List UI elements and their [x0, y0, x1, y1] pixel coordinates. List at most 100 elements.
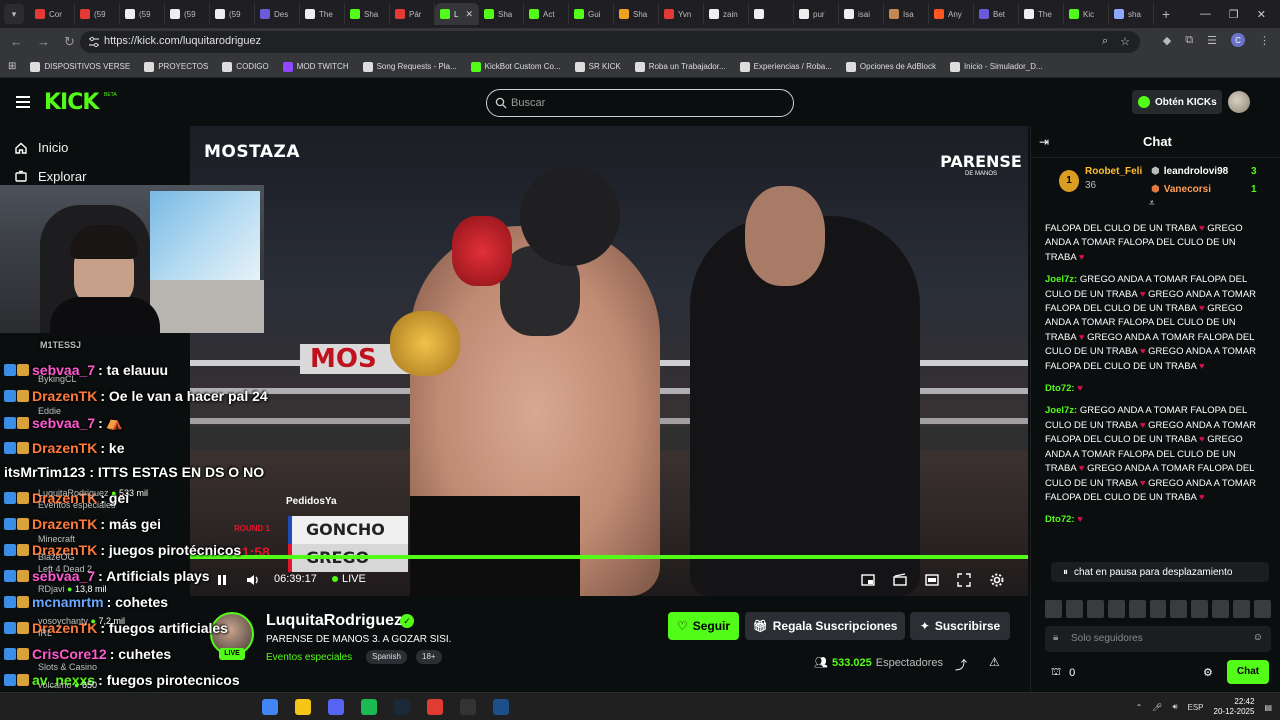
tab-search-button[interactable]: ▾: [4, 4, 24, 24]
share-icon[interactable]: ⤴: [955, 656, 967, 673]
sidebar-item-explore[interactable]: Explorar: [14, 169, 86, 184]
forward-button[interactable]: →: [37, 34, 50, 50]
leaderboard-row[interactable]: ⬢ Vanecorsi 1: [1151, 184, 1257, 195]
bookmark-item[interactable]: PROYECTOS: [144, 61, 208, 72]
collapse-chat-icon[interactable]: ⇥: [1039, 135, 1049, 149]
sidebar-channel-ghost[interactable]: Minecraft: [38, 534, 75, 544]
sidebar-channel-ghost[interactable]: vosoychanty ● 7,2 mil: [38, 616, 125, 626]
channel-name[interactable]: LuquitaRodriguez: [266, 612, 402, 630]
browser-tab[interactable]: (59: [165, 3, 210, 25]
steam-app-icon[interactable]: [394, 699, 410, 715]
browser-tab[interactable]: isai: [839, 3, 884, 25]
bookmark-item[interactable]: MOD TWITCH: [282, 61, 349, 72]
emote-icon[interactable]: [1170, 600, 1188, 618]
extensions-puzzle-icon[interactable]: ⧉: [1185, 34, 1193, 47]
url-text[interactable]: https://kick.com/luquitarodriguez: [104, 35, 261, 47]
browser-tab[interactable]: Des: [255, 3, 300, 25]
chrome-app-icon[interactable]: [262, 699, 278, 715]
clock[interactable]: 22:42 20-12-2025: [1214, 697, 1255, 717]
omnibox[interactable]: https://kick.com/luquitarodriguez ⌕ ☆: [80, 31, 1140, 53]
emote-icon[interactable]: [1233, 600, 1251, 618]
get-kicks-button[interactable]: Obtén KICKs: [1132, 90, 1222, 114]
kicks-balance[interactable]: ⛫ 0: [1051, 666, 1075, 680]
emote-icon[interactable]: [1045, 600, 1062, 618]
browser-tab[interactable]: Sha: [614, 3, 659, 25]
emote-icon[interactable]: [1128, 600, 1146, 618]
emote-icon[interactable]: [1191, 600, 1209, 618]
chat-username[interactable]: Joel7z:: [1045, 274, 1077, 285]
browser-tab[interactable]: Kic: [1064, 3, 1109, 25]
browser-tab[interactable]: Pár: [390, 3, 435, 25]
close-tab-icon[interactable]: ✕: [465, 9, 473, 20]
tray-chevron-icon[interactable]: ⌃: [1136, 703, 1143, 712]
subscribe-button[interactable]: ✦ Suscribirse: [910, 612, 1010, 640]
bookmark-star-icon[interactable]: ☆: [1120, 35, 1130, 48]
menu-icon[interactable]: [16, 96, 30, 111]
bookmark-item[interactable]: Experiencias / Roba...: [739, 61, 832, 72]
follow-button[interactable]: ♡ Seguir: [668, 612, 739, 640]
browser-tab[interactable]: (59: [210, 3, 255, 25]
leaderboard-row[interactable]: ⬢ leandrolovi98 3: [1151, 166, 1257, 177]
browser-tab[interactable]: (59: [75, 3, 120, 25]
browser-tab[interactable]: sha: [1109, 3, 1154, 25]
fullscreen-icon[interactable]: [956, 572, 972, 588]
extension-icon[interactable]: ◆: [1163, 34, 1171, 47]
speaker-icon[interactable]: 🔊︎: [1172, 702, 1177, 712]
file-explorer-icon[interactable]: [295, 699, 311, 715]
browser-tab[interactable]: Bet: [974, 3, 1019, 25]
bookmark-item[interactable]: DISPOSITIVOS VERSE: [30, 61, 130, 72]
browser-tab[interactable]: (59: [120, 3, 165, 25]
chat-send-button[interactable]: Chat: [1227, 660, 1269, 684]
browser-tab[interactable]: Gui: [569, 3, 614, 25]
bookmark-item[interactable]: SR KICK: [574, 61, 621, 72]
maximize-button[interactable]: ❐: [1229, 8, 1239, 21]
sidebar-item-home[interactable]: Inicio: [14, 140, 68, 155]
apps-grid-icon[interactable]: ⊞: [8, 61, 16, 72]
browser-tab[interactable]: Sha: [479, 3, 524, 25]
user-avatar[interactable]: [1228, 91, 1250, 113]
app-icon[interactable]: [493, 699, 509, 715]
live-indicator[interactable]: LIVE: [332, 573, 366, 585]
bookmark-item[interactable]: KickBot Custom Co...: [470, 61, 561, 72]
browser-tab[interactable]: [749, 3, 794, 25]
new-tab-button[interactable]: +: [1162, 6, 1170, 22]
emote-icon[interactable]: [1107, 600, 1125, 618]
sidebar-channel-ghost[interactable]: Left 4 Dead 2: [38, 564, 92, 574]
clip-icon[interactable]: [892, 572, 908, 588]
progress-bar[interactable]: [190, 555, 1028, 559]
sidebar-channel-ghost[interactable]: BlazeOG: [38, 552, 75, 562]
bookmark-item[interactable]: Song Requests - Pla...: [362, 61, 457, 72]
sidebar-channel-ghost[interactable]: BykingCL: [38, 374, 77, 384]
sidebar-channel-ghost[interactable]: Eventos especiales: [38, 500, 116, 510]
chat-paused-banner[interactable]: ⏸ chat en pausa para desplazamiento: [1051, 562, 1269, 582]
site-info-icon[interactable]: [88, 36, 100, 48]
app-icon[interactable]: [460, 699, 476, 715]
browser-tab[interactable]: Any: [929, 3, 974, 25]
spotify-app-icon[interactable]: [361, 699, 377, 715]
chat-username[interactable]: Joel7z:: [1045, 405, 1077, 416]
sidebar-channel-ghost[interactable]: Eddie: [38, 406, 61, 416]
reload-button[interactable]: ↻: [64, 34, 75, 50]
back-button[interactable]: ←: [10, 34, 23, 50]
bookmark-item[interactable]: Opciones de AdBlock: [845, 61, 936, 72]
close-window-button[interactable]: ✕: [1257, 8, 1266, 21]
tag-language[interactable]: Spanish: [366, 650, 407, 664]
browser-tab[interactable]: Yvn: [659, 3, 704, 25]
search-input[interactable]: Buscar: [486, 89, 794, 117]
browser-tab[interactable]: The: [300, 3, 345, 25]
minimize-button[interactable]: —: [1200, 8, 1211, 20]
browser-tab[interactable]: Act: [524, 3, 569, 25]
browser-tab[interactable]: L ✕: [435, 3, 479, 25]
video-player[interactable]: MOS MOSTAZA PARENSE DE MANOS PedidosYa R…: [190, 126, 1028, 596]
sidebar-channel-ghost[interactable]: IRL: [38, 628, 52, 638]
profile-avatar[interactable]: C: [1231, 33, 1245, 47]
emote-picker-icon[interactable]: ☺: [1253, 632, 1263, 643]
browser-tab[interactable]: Cor: [30, 3, 75, 25]
sidebar-channel-ghost[interactable]: LuquitaRodriguez ● 533 mil: [38, 488, 148, 498]
theater-mode-icon[interactable]: [924, 572, 940, 588]
sidebar-channel-ghost[interactable]: volcamo ● 650: [38, 680, 97, 690]
browser-tab[interactable]: Isa: [884, 3, 929, 25]
browser-menu-icon[interactable]: ⋮: [1259, 34, 1270, 47]
browser-tab[interactable]: zain: [704, 3, 749, 25]
gift-subs-button[interactable]: 🎁︎ Regala Suscripciones: [745, 612, 905, 640]
